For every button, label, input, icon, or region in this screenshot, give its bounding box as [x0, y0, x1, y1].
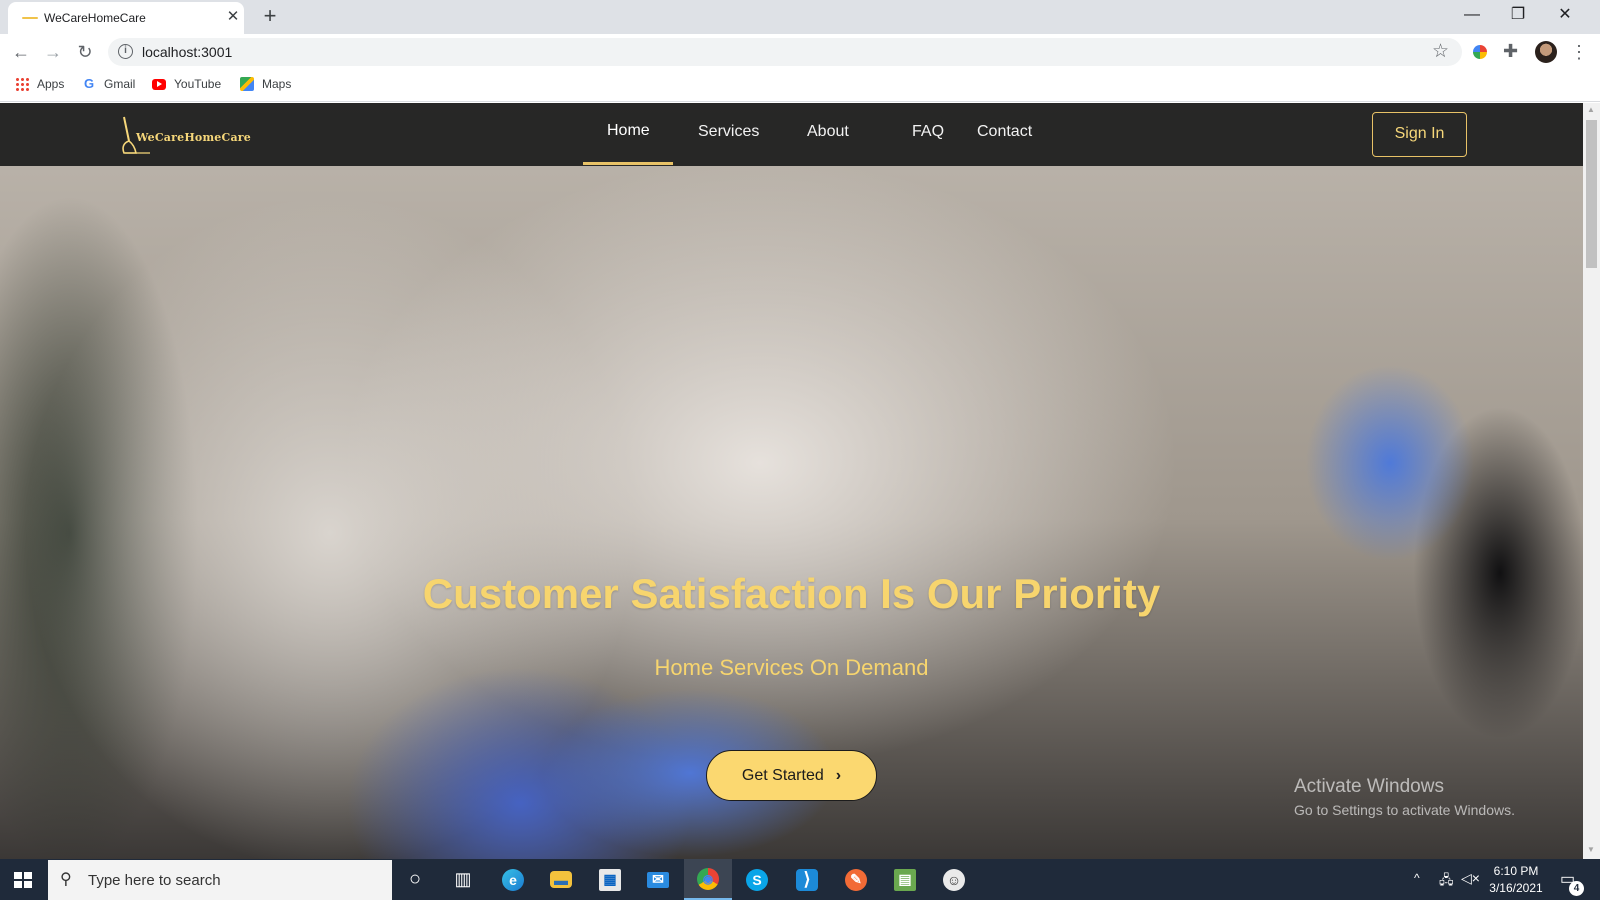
bookmarks-bar: Apps G Gmail YouTube Maps	[0, 70, 1600, 102]
back-button[interactable]: ←	[10, 41, 32, 63]
github-desktop-icon: ☺	[943, 868, 965, 891]
logo-text: WeCareHomeCare	[136, 131, 251, 144]
skype-icon: S	[746, 868, 768, 891]
bookmark-label: Gmail	[104, 77, 136, 91]
scrollbar-thumb[interactable]	[1586, 120, 1597, 268]
browser-toolbar: ← → ↻ i localhost:3001 ☆	[0, 34, 1600, 70]
scroll-up-arrow-icon[interactable]: ▲	[1587, 105, 1595, 114]
bookmark-star-icon[interactable]: ☆	[1432, 40, 1449, 64]
sign-in-button[interactable]: Sign In	[1372, 112, 1467, 157]
new-tab-button[interactable]: +	[258, 4, 282, 28]
site-info-icon[interactable]: i	[118, 44, 133, 59]
chrome-taskbar-button[interactable]: ◉	[684, 859, 732, 900]
vscode-icon: ⟩	[796, 868, 818, 891]
page-viewport: WeCareHomeCare Home Services About FAQ C…	[0, 103, 1583, 859]
tab-close-icon[interactable]: ✕	[224, 8, 242, 26]
forward-button[interactable]: →	[42, 41, 64, 63]
file-explorer-taskbar-button[interactable]: ▬	[537, 859, 585, 900]
skype-taskbar-button[interactable]: S	[733, 859, 781, 900]
edge-icon: e	[502, 868, 524, 891]
cortana-icon: ○	[408, 868, 422, 890]
site-logo[interactable]: WeCareHomeCare	[120, 115, 251, 155]
github-desktop-taskbar-button[interactable]: ☺	[930, 859, 978, 900]
bookmark-maps[interactable]: Maps	[240, 77, 291, 91]
file-explorer-icon: ▬	[550, 871, 572, 888]
apps-grid-icon	[15, 77, 29, 91]
task-view-icon: ▥	[454, 869, 472, 889]
windows-taskbar: ⚲ Type here to search ○ ▥ e ▬ ▦ ✉ ◉ S ⟩ …	[0, 859, 1600, 900]
bookmark-label: Apps	[37, 77, 65, 91]
reload-button[interactable]: ↻	[74, 41, 96, 63]
mail-icon: ✉	[647, 871, 669, 888]
address-bar[interactable]: i localhost:3001 ☆	[108, 38, 1462, 66]
page-scrollbar[interactable]: ▲ ▼	[1583, 103, 1600, 859]
bookmark-gmail[interactable]: G Gmail	[82, 76, 136, 92]
store-icon: ▦	[599, 868, 621, 891]
edge-taskbar-button[interactable]: e	[489, 859, 537, 900]
nav-link-about[interactable]: About	[807, 123, 849, 141]
minimize-button[interactable]: —	[1457, 4, 1487, 26]
taskbar-search-placeholder: Type here to search	[88, 872, 221, 889]
watermark-title: Activate Windows	[1294, 776, 1444, 797]
window-close-button[interactable]: ✕	[1550, 4, 1580, 26]
task-view-button[interactable]: ▥	[439, 859, 487, 900]
profile-avatar[interactable]	[1535, 41, 1557, 63]
tab-favicon-icon	[22, 17, 38, 19]
chevron-right-icon: ›	[835, 766, 842, 784]
mail-taskbar-button[interactable]: ✉	[634, 859, 682, 900]
maps-icon	[240, 77, 254, 91]
activate-windows-watermark: Activate Windows Go to Settings to activ…	[1294, 776, 1515, 818]
tab-title: WeCareHomeCare	[44, 11, 146, 25]
nav-link-services[interactable]: Services	[698, 123, 759, 141]
get-started-button[interactable]: Get Started ›	[706, 750, 877, 801]
bookmark-apps[interactable]: Apps	[15, 77, 64, 91]
bookmark-label: Maps	[262, 77, 292, 91]
hero-title: Customer Satisfaction Is Our Priority	[422, 570, 1161, 617]
active-nav-indicator	[583, 162, 673, 165]
editor-icon: ▤	[894, 868, 916, 891]
url-text[interactable]: localhost:3001	[142, 44, 232, 60]
postman-icon: ✎	[845, 868, 867, 891]
scroll-down-arrow-icon[interactable]: ▼	[1587, 845, 1595, 854]
bookmark-label: YouTube	[174, 77, 222, 91]
site-navbar: WeCareHomeCare Home Services About FAQ C…	[0, 103, 1583, 166]
vscode-taskbar-button[interactable]: ⟩	[783, 859, 831, 900]
cortana-button[interactable]: ○	[391, 859, 439, 900]
volume-muted-icon[interactable]: ◁×	[1461, 870, 1480, 887]
editor-taskbar-button[interactable]: ▤	[881, 859, 929, 900]
browser-menu-icon[interactable]: ⋮	[1570, 41, 1588, 63]
search-icon: ⚲	[60, 871, 72, 888]
network-icon[interactable]: 🖧	[1439, 871, 1454, 893]
nav-link-home[interactable]: Home	[607, 122, 650, 140]
extensions-puzzle-icon[interactable]: ✚	[1503, 40, 1518, 62]
clock-time: 6:10 PM	[1493, 864, 1539, 878]
bookmark-youtube[interactable]: YouTube	[152, 77, 221, 91]
browser-tab[interactable]: WeCareHomeCare ✕	[8, 2, 244, 34]
postman-taskbar-button[interactable]: ✎	[832, 859, 880, 900]
chrome-icon: ◉	[697, 867, 719, 890]
watermark-subtitle: Go to Settings to activate Windows.	[1294, 802, 1515, 818]
browser-tab-strip: WeCareHomeCare ✕ + — ❐ ✕	[0, 0, 1600, 34]
color-extension-icon[interactable]	[1473, 45, 1487, 59]
system-clock[interactable]: 6:10 PM 3/16/2021	[1480, 863, 1552, 897]
taskbar-search-box[interactable]: ⚲ Type here to search	[48, 860, 392, 900]
nav-link-contact[interactable]: Contact	[977, 123, 1032, 141]
get-started-label: Get Started	[741, 766, 824, 784]
store-taskbar-button[interactable]: ▦	[586, 859, 634, 900]
windows-start-icon[interactable]	[14, 872, 32, 888]
youtube-icon	[152, 78, 166, 90]
restore-button[interactable]: ❐	[1503, 4, 1533, 26]
nav-link-faq[interactable]: FAQ	[912, 123, 944, 141]
notification-count-badge: 4	[1569, 881, 1584, 896]
hero-subtitle: Home Services On Demand	[654, 655, 929, 680]
gmail-icon: G	[83, 76, 95, 91]
tray-overflow-icon[interactable]: ^	[1414, 871, 1420, 885]
clock-date: 3/16/2021	[1489, 881, 1543, 895]
